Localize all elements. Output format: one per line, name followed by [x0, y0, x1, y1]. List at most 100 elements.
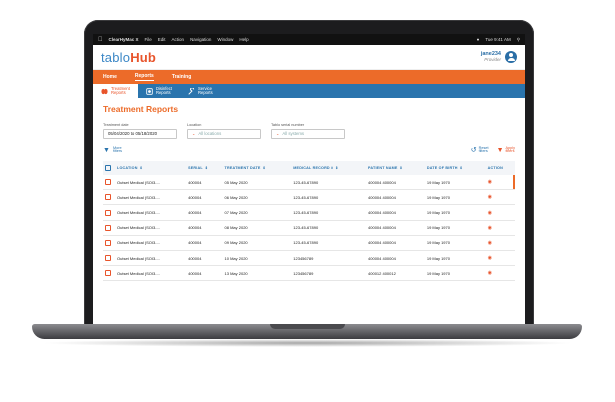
row-checkbox[interactable] — [105, 239, 111, 246]
view-eye-icon[interactable]: ◉ — [488, 240, 492, 246]
cell-medical-record: 123-45-67890 — [291, 220, 367, 236]
more-filters-line2: filters — [112, 149, 123, 154]
select-all-checkbox[interactable] — [105, 165, 111, 172]
subnav-treatment-text: Treatment Reports — [111, 86, 130, 96]
apply-filters-button[interactable]: ▼ Apply filters — [497, 146, 515, 155]
col-date-of-birth[interactable]: DATE OF BIRTH ⇕ — [425, 161, 486, 175]
row-checkbox[interactable] — [105, 224, 111, 231]
col-location-label: LOCATION — [117, 166, 138, 171]
cell-medical-record: 123-45-67890 — [291, 189, 367, 206]
view-eye-icon[interactable]: ◉ — [488, 179, 492, 185]
nav-reports[interactable]: Reports — [134, 73, 154, 81]
subnav-disinfect-reports[interactable]: Disinfect Reports — [138, 84, 180, 98]
subnav-disinfect-line2: Reports — [155, 90, 171, 95]
view-eye-icon[interactable]: ◉ — [488, 194, 492, 200]
chevron-down-icon: ⌄ — [192, 131, 196, 136]
serial-select[interactable]: ⌄ All systems — [271, 128, 345, 139]
table-row[interactable]: Outset Medical (SOI3-... 400004 09 May 202… — [103, 235, 515, 252]
cell-treatment-date: 05 May 2020 — [222, 175, 292, 191]
cell-action: ◉ — [485, 175, 515, 191]
cell-patient-name: 400004 400004 — [366, 235, 425, 252]
menubar-file[interactable]: File — [145, 37, 152, 42]
table-row[interactable]: Outset Medical (SOI3-... 400004 08 May 202… — [103, 220, 515, 236]
reset-filters-button[interactable]: ↺ Reset filters — [470, 146, 489, 155]
col-patient-name[interactable]: PATIENT NAME ⇕ — [366, 161, 425, 175]
menubar-help[interactable]: Help — [239, 37, 248, 42]
serial-field: Tablo serial number ⌄ All systems — [271, 123, 345, 139]
row-select-cell — [103, 189, 115, 206]
table-row[interactable]: Outset Medical (SOI3-... 400004 07 May 202… — [103, 204, 515, 221]
row-checkbox[interactable] — [105, 209, 111, 216]
more-filters-button[interactable]: ▼ More filters — [103, 146, 123, 155]
row-checkbox[interactable] — [105, 255, 111, 262]
col-date-of-birth-label: DATE OF BIRTH — [426, 166, 458, 171]
view-eye-icon[interactable]: ◉ — [488, 225, 492, 231]
view-eye-icon[interactable]: ◉ — [488, 210, 492, 216]
cell-treatment-date: 07 May 2020 — [222, 204, 292, 221]
cell-location: Outset Medical (SOI3-... — [115, 175, 187, 191]
cell-medical-record: 123456789 — [291, 265, 367, 282]
treatment-date-input[interactable]: 05/04/2020 to 05/18/2020 — [103, 128, 177, 139]
table-row[interactable]: Outset Medical (SOI3-... 400004 06 May 202… — [103, 189, 515, 206]
menubar-app-name[interactable]: ClearHyMac X — [109, 37, 139, 42]
cell-date-of-birth: 19 May 1970 — [424, 250, 486, 267]
cell-patient-name: 400004 400004 — [366, 189, 425, 206]
toolbar-right: ↺ Reset filters ▼ Apply filters — [470, 146, 515, 155]
subnav-service-reports[interactable]: Service Reports — [180, 84, 221, 98]
view-eye-icon[interactable]: ◉ — [488, 270, 492, 276]
apply-filters-line2: filters — [505, 149, 515, 154]
tablohub-logo[interactable]: tabloHub — [101, 50, 156, 65]
table-body: Outset Medical (SOI3-... 400004 05 May 202… — [103, 175, 515, 282]
table-row[interactable]: Outset Medical (SOI3-... 400004 10 May 202… — [103, 250, 515, 267]
treatment-reports-table: LOCATION ⇕ SERIAL ⇕ TREATMENT DATE ⇕ MEDICA… — [103, 161, 515, 282]
macos-menubar:  ClearHyMac X File Edit Action Navigati… — [93, 34, 525, 45]
filter-bar: Treatment date 05/04/2020 to 05/18/2020 … — [103, 123, 515, 139]
col-medical-record[interactable]: MEDICAL RECORD # ⇕ — [291, 161, 366, 175]
main-content: Treatment Reports Treatment date 05/04/2… — [93, 98, 525, 287]
more-filters-text: More filters — [112, 146, 123, 155]
menubar-clock[interactable]: Tue 9:41 AM — [485, 37, 510, 42]
row-select-cell — [103, 235, 115, 252]
apple-icon[interactable]:  — [98, 37, 103, 43]
menubar-window[interactable]: Window — [217, 37, 233, 42]
cell-location: Outset Medical (SOI3-... — [115, 235, 187, 252]
cell-treatment-date: 10 May 2020 — [222, 250, 292, 267]
menubar-edit[interactable]: Edit — [158, 37, 166, 42]
col-action: ACTION — [487, 166, 503, 171]
col-treatment-date[interactable]: TREATMENT DATE ⇕ — [223, 161, 292, 175]
location-select[interactable]: ⌄ All locations — [187, 128, 261, 139]
subnav-treatment-line2: Reports — [111, 90, 126, 95]
wrench-icon — [188, 87, 195, 95]
serial-label: Tablo serial number — [271, 123, 305, 127]
cell-date-of-birth: 19 May 1970 — [424, 265, 486, 282]
menubar-navigation[interactable]: Navigation — [190, 37, 211, 42]
cell-serial: 400004 — [186, 250, 223, 267]
menubar-action[interactable]: Action — [172, 37, 185, 42]
sort-icon: ⇕ — [459, 166, 463, 171]
view-eye-icon[interactable]: ◉ — [488, 255, 492, 261]
user-info[interactable]: jane234 Provider — [481, 51, 501, 62]
cell-patient-name: 400004 400004 — [366, 220, 425, 236]
nav-home[interactable]: Home — [103, 74, 117, 80]
table-row[interactable]: Outset Medical (SOI3-... 400004 05 May 202… — [103, 175, 515, 191]
cell-location: Outset Medical (SOI3-... — [115, 189, 187, 206]
wifi-icon[interactable]: ● — [477, 37, 480, 42]
cell-date-of-birth: 19 May 1970 — [424, 220, 486, 236]
col-location[interactable]: LOCATION ⇕ — [115, 161, 186, 175]
cell-serial: 400004 — [186, 189, 223, 206]
row-checkbox[interactable] — [105, 194, 111, 201]
subnav-treatment-reports[interactable]: Treatment Reports — [93, 84, 138, 98]
cell-medical-record: 123456789 — [291, 250, 367, 267]
row-checkbox[interactable] — [105, 270, 111, 277]
cell-action: ◉ — [485, 265, 515, 282]
table-row[interactable]: Outset Medical (SOI3-... 400004 13 May 202… — [103, 265, 515, 282]
reset-icon: ↺ — [470, 146, 477, 154]
search-icon[interactable]: ⚲ — [517, 37, 520, 43]
nav-training[interactable]: Training — [172, 74, 191, 80]
avatar-icon[interactable] — [505, 51, 517, 63]
cell-date-of-birth: 19 May 1970 — [424, 204, 486, 221]
cell-treatment-date: 08 May 2020 — [222, 220, 292, 236]
row-checkbox[interactable] — [105, 179, 111, 186]
col-serial[interactable]: SERIAL ⇕ — [186, 161, 222, 175]
sort-icon: ⇕ — [139, 166, 143, 171]
